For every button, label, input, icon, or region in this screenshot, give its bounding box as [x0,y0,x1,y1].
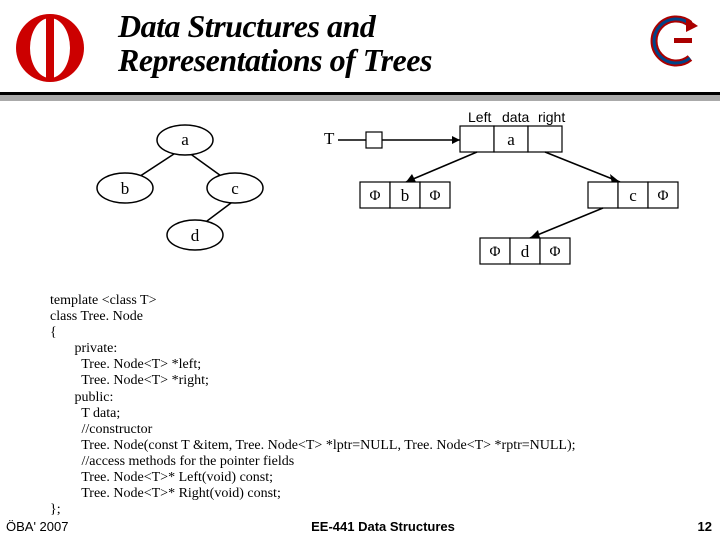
code-l3: { [50,325,57,340]
tree-node-d: d [191,226,200,245]
tree-node-a: a [181,130,189,149]
tree-node-c: c [231,179,239,198]
code-l11: //access methods for the pointer fields [50,454,294,469]
title-rule [0,92,720,101]
code-l2: class Tree. Node [50,309,143,324]
footer-center: EE-441 Data Structures [311,519,455,534]
rec-c: c [629,186,637,205]
code-l13: Tree. Node<T>* Right(void) const; [50,486,281,501]
tree-node-b: b [121,179,130,198]
code-l14: }; [50,502,61,517]
phi-b-left: Φ [370,188,381,204]
phi-c-right: Φ [658,188,669,204]
code-block: template <class T> class Tree. Node { pr… [50,293,690,518]
logo-right-icon [646,14,702,68]
hdr-right: right [538,110,565,125]
phi-d-right: Φ [550,244,561,260]
page-title: Data Structures and Representations of T… [118,10,432,77]
tree-diagram: a b c d [85,120,285,280]
code-l5: Tree. Node<T> *left; [50,357,201,372]
record-diagram: Left data right T a Φ b Φ c Φ [320,110,710,290]
footer-left: ÖBA' 2007 [6,519,68,534]
code-l10: Tree. Node(const T &item, Tree. Node<T> … [50,438,576,453]
title-line2: Representations of Trees [118,44,432,78]
code-l12: Tree. Node<T>* Left(void) const; [50,470,273,485]
code-l1: template <class T> [50,293,157,308]
rec-a: a [507,130,515,149]
title-line1: Data Structures and [118,10,432,44]
phi-b-right: Φ [430,188,441,204]
pointer-T: T [324,129,335,148]
hdr-left: Left [468,110,491,125]
hdr-data: data [502,110,529,125]
logo-left-icon [10,8,90,88]
slide: Data Structures and Representations of T… [0,0,720,540]
footer: ÖBA' 2007 EE-441 Data Structures 12 [0,519,720,534]
code-l6: Tree. Node<T> *right; [50,373,209,388]
rec-d: d [521,242,530,261]
phi-d-left: Φ [490,244,501,260]
code-l8: T data; [50,406,120,421]
code-l4: private: [50,341,117,356]
code-l7: public: [50,390,113,405]
code-l9: //constructor [50,422,152,437]
footer-page: 12 [698,519,712,534]
rec-b: b [401,186,410,205]
